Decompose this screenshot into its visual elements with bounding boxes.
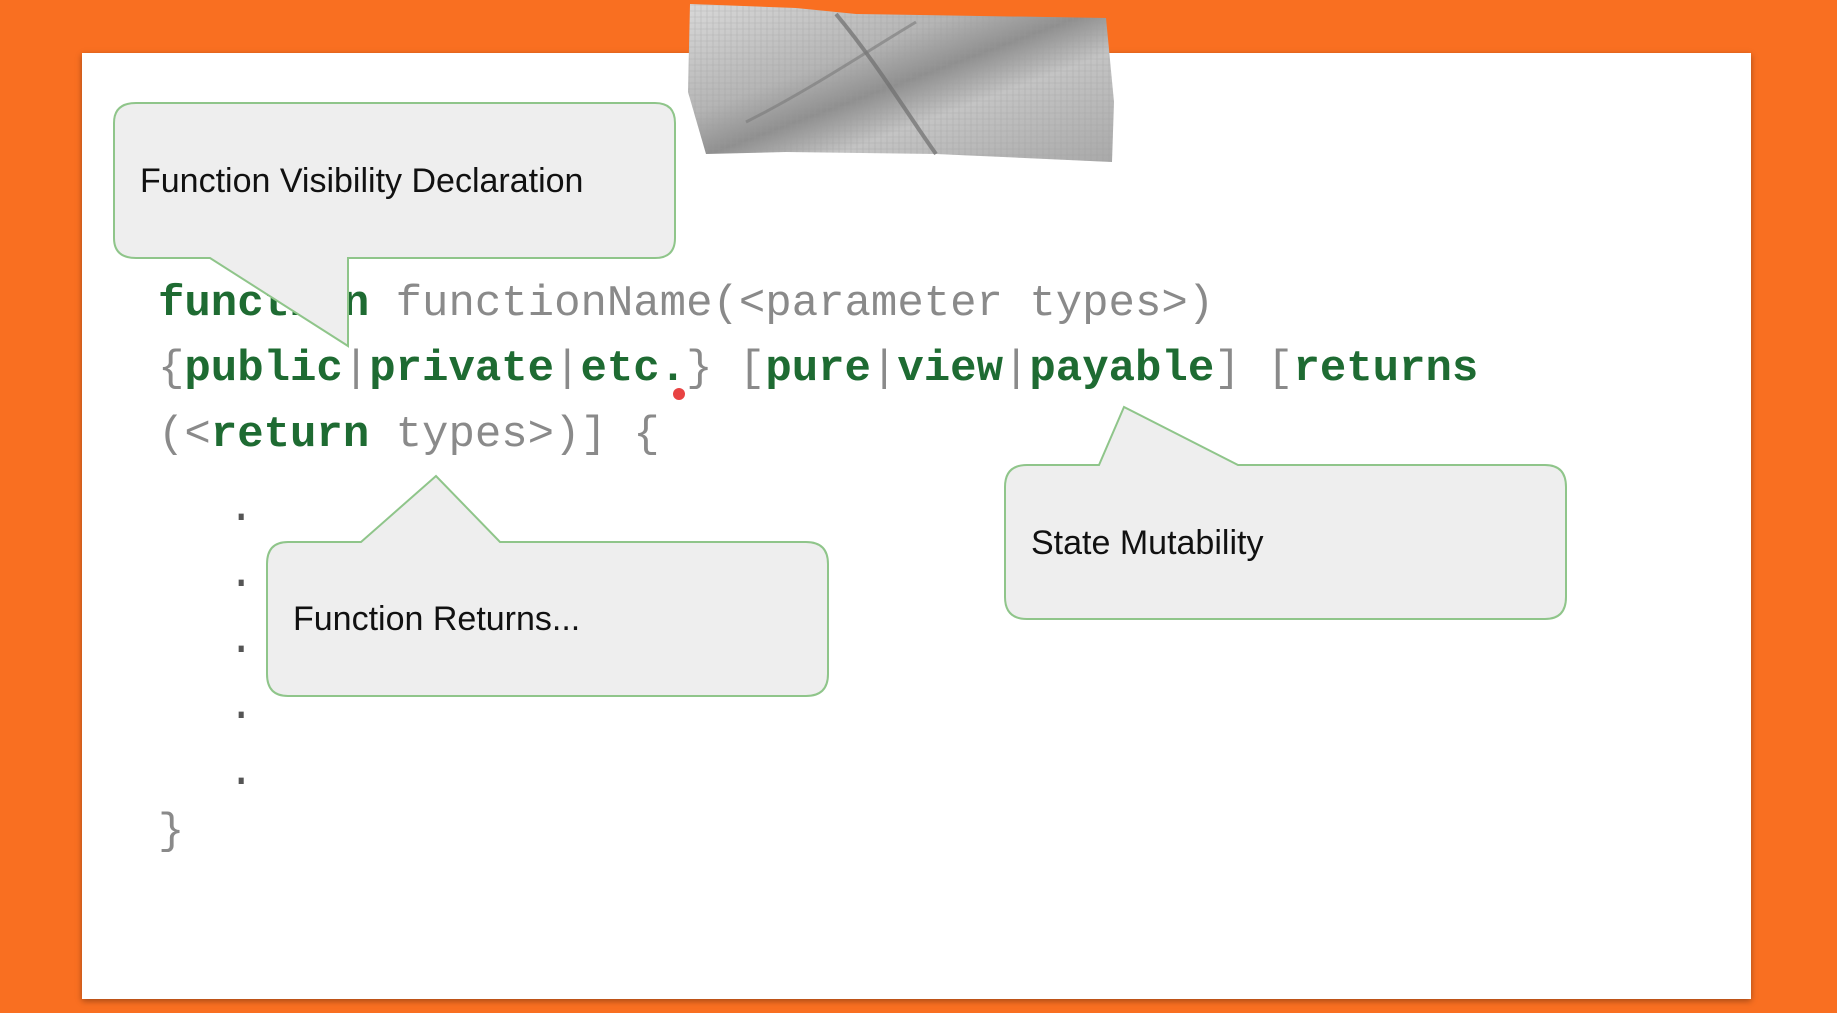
callout-visibility-text: Function Visibility Declaration bbox=[140, 162, 584, 200]
callout-mutability-shape bbox=[1004, 405, 1567, 620]
callout-visibility-shape bbox=[113, 102, 676, 348]
callout-mutability-text: State Mutability bbox=[1031, 524, 1264, 562]
callout-returns-text: Function Returns... bbox=[293, 600, 581, 638]
callout-returns-shape bbox=[266, 474, 829, 697]
callout-shapes bbox=[113, 102, 1567, 697]
